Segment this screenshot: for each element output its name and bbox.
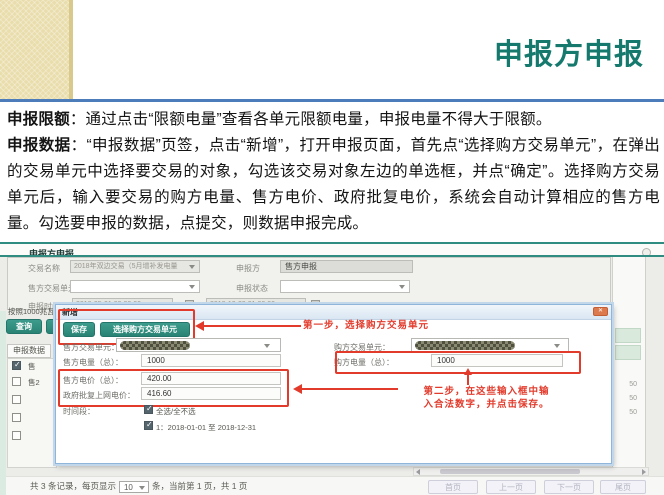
gov-price-label: 政府批复上网电价： [63, 390, 135, 401]
seller-unit-label: 售方交易单元 [28, 283, 76, 294]
declare-party-text: 售方申报 [285, 262, 317, 271]
seller-unit-select[interactable] [70, 280, 200, 293]
buyer-energy-value: 1000 [437, 356, 455, 365]
period-all-checkbox[interactable] [144, 405, 153, 414]
annotation-step1: 第一步，选择购方交易单元 [303, 317, 429, 331]
seller-price-input[interactable]: 420.00 [141, 372, 281, 385]
data-term-text: ：“申报数据”页签，点击“新增”，打开申报页面，首先点“选择购方交易单元”，在弹… [7, 137, 660, 232]
table-cell-value: 50 [615, 409, 637, 416]
slide-body-text: 申报限额：通过点击“限额电量”查看各单元限额电量，申报电量不得大于限额。 申报数… [7, 107, 660, 237]
period-item-checkbox[interactable] [144, 421, 153, 430]
background-table-sliver: 50 50 50 [613, 257, 646, 475]
seller-energy-label: 售方电量（总）： [63, 357, 123, 368]
title-underline-rule [0, 99, 664, 102]
data-term-label: 申报数据 [7, 137, 71, 154]
select-buyer-unit-button[interactable]: 选择购方交易单元 [100, 322, 190, 337]
scrollbar-thumb[interactable] [440, 469, 580, 474]
table-cell-value: 50 [615, 395, 637, 402]
seller-energy-input[interactable]: 1000 [141, 354, 281, 367]
chevron-down-icon [189, 285, 195, 289]
table-header-cell [615, 345, 641, 360]
censored-text [415, 341, 515, 350]
slide-side-strip [0, 0, 73, 99]
period-label: 时间段： [63, 406, 95, 417]
red-arrow-line [204, 325, 301, 327]
gov-price-value: 416.60 [147, 389, 171, 398]
row-checkbox[interactable] [12, 377, 21, 386]
chevron-down-icon [264, 344, 270, 348]
search-form: 交易名称 2018年双边交易（5月增补发电量 申报方 售方申报 售方交易单元 申… [7, 257, 611, 310]
limit-term-text: ：通过点击“限额电量”查看各单元限额电量，申报电量不得大于限额。 [70, 111, 552, 128]
next-page-button[interactable]: 下一页 [544, 480, 594, 494]
trade-name-select[interactable]: 2018年双边交易（5月增补发电量 [70, 260, 200, 273]
trade-name-label: 交易名称 [28, 263, 60, 274]
annotation-step2: 第二步，在这些输入框中输 入合法数字，并点击保存。 [394, 385, 579, 411]
declare-status-label: 申报状态 [236, 283, 268, 294]
declare-party-value: 售方申报 [280, 260, 413, 273]
seller-energy-value: 1000 [147, 356, 165, 365]
buyer-energy-label: 购方电量（总）： [334, 357, 394, 368]
buyer-unit-field-label: 购方交易单元： [334, 342, 390, 353]
pagination-bar: 共 3 条记录，每页显示 10 条，当前第 1 页，共 1 页 首页 上一页 下一页… [0, 476, 664, 495]
dialog-title: 新增 [62, 307, 78, 318]
page-size-value: 10 [124, 483, 133, 492]
chevron-down-icon [189, 265, 195, 269]
red-arrow-icon [293, 384, 302, 394]
last-page-button[interactable]: 尾页 [600, 480, 646, 494]
annotation-step2-line1: 第二步，在这些输入框中输 [394, 385, 579, 398]
list-row-text: 售2 [28, 377, 40, 388]
horizontal-scrollbar[interactable] [413, 467, 649, 476]
declare-status-select[interactable] [280, 280, 410, 293]
left-edge-strip [0, 311, 6, 495]
table-header-cell [615, 328, 641, 343]
red-arrow-icon [195, 321, 204, 331]
chevron-down-icon [554, 344, 560, 348]
scroll-right-icon[interactable] [642, 469, 646, 475]
period-all-label: 全选/全不选 [156, 406, 196, 417]
panel-header: 申报方申报 [0, 244, 664, 255]
prev-page-button[interactable]: 上一页 [486, 480, 536, 494]
seller-price-label: 售方电价（总）： [63, 375, 123, 386]
body-paragraph-limit: 申报限额：通过点击“限额电量”查看各单元限额电量，申报电量不得大于限额。 [7, 107, 660, 133]
pagination-summary: 共 3 条记录，每页显示 10 条，当前第 1 页，共 1 页 [30, 480, 247, 493]
row-checkbox-checked[interactable] [12, 361, 21, 370]
chevron-down-icon [139, 486, 145, 490]
row-checkbox[interactable] [12, 395, 21, 404]
declare-party-label: 申报方 [236, 263, 260, 274]
seller-price-value: 420.00 [147, 374, 171, 383]
buyer-energy-input[interactable]: 1000 [431, 354, 563, 367]
censored-text [120, 341, 190, 350]
red-arrow-icon [464, 368, 472, 375]
seller-unit-dropdown[interactable] [116, 338, 281, 352]
pagination-prefix: 共 3 条记录，每页显示 [30, 481, 116, 491]
trade-name-value: 2018年双边交易（5月增补发电量 [74, 263, 177, 270]
chevron-down-icon [399, 285, 405, 289]
first-page-button[interactable]: 首页 [428, 480, 478, 494]
save-button[interactable]: 保存 [63, 322, 95, 337]
pagination-suffix: 条，当前第 1 页，共 1 页 [152, 481, 247, 491]
row-checkbox[interactable] [12, 431, 21, 440]
clipped-note-text: 按照1000兆瓦 [8, 306, 54, 317]
seller-unit-field-label: 售方交易单元： [63, 342, 119, 353]
gov-price-input[interactable]: 416.60 [141, 387, 281, 400]
page-title: 申报方申报 [494, 31, 644, 73]
limit-term-label: 申报限额 [7, 111, 70, 128]
table-cell-value: 50 [615, 381, 637, 388]
annotation-step2-line2: 入合法数字，并点击保存。 [394, 398, 579, 411]
tab-declare-data[interactable]: 申报数据 [7, 344, 51, 358]
red-arrow-line [302, 388, 398, 390]
row-checkbox[interactable] [12, 413, 21, 422]
list-row-text: 售 [28, 361, 36, 372]
red-arrow-line [467, 375, 469, 385]
period-item-label: 1：2018-01-01 至 2018-12-31 [156, 422, 256, 433]
body-paragraph-data: 申报数据：“申报数据”页签，点击“新增”，打开申报页面，首先点“选择购方交易单元… [7, 133, 660, 237]
close-icon[interactable] [593, 307, 608, 316]
query-button[interactable]: 查询 [6, 319, 42, 334]
embedded-screenshot: 申报方申报 交易名称 2018年双边交易（5月增补发电量 申报方 售方申报 售方… [0, 242, 664, 495]
page-size-select[interactable]: 10 [119, 481, 149, 493]
new-entry-dialog: 新增 保存 选择购方交易单元 第一步，选择购方交易单元 售方交易单元： 售方电量… [55, 304, 612, 464]
scroll-left-icon[interactable] [416, 469, 420, 475]
buyer-unit-dropdown[interactable] [411, 338, 569, 352]
slide-root: 申报方申报 申报限额：通过点击“限额电量”查看各单元限额电量，申报电量不得大于限… [0, 0, 664, 495]
